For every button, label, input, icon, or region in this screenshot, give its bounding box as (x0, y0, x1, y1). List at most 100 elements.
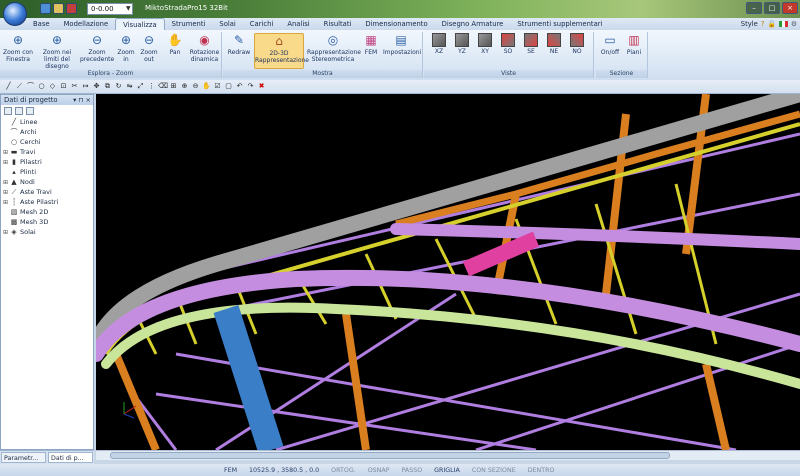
expand-icon[interactable]: ⊞ (3, 199, 10, 206)
tab-modellazione[interactable]: Modellazione (57, 18, 116, 30)
section-onoff-button[interactable]: ▭ On/off (598, 33, 622, 56)
tab-disegno-armature[interactable]: Disegno Armature (435, 18, 511, 30)
style-menu[interactable]: Style (741, 20, 758, 28)
expand-icon[interactable]: ⊞ (3, 159, 10, 166)
check-tool-icon[interactable]: ☑ (213, 82, 222, 91)
erase-tool-icon[interactable]: ⌫ (158, 82, 168, 91)
status-dentro[interactable]: DENTRO (528, 467, 555, 474)
trim-tool-icon[interactable]: ✂ (70, 82, 79, 91)
tab-strumenti-supplementari[interactable]: Strumenti supplementari (510, 18, 609, 30)
scale-tool-icon[interactable]: ⤢ (136, 82, 145, 91)
measure-tool-icon[interactable]: ⊞ (169, 82, 178, 91)
status-ortog[interactable]: ORTOG. (331, 467, 356, 474)
open-icon[interactable] (53, 3, 64, 14)
expand-icon[interactable]: ⊞ (3, 229, 10, 236)
view-yz-button[interactable]: YZ (451, 33, 473, 55)
3d-viewport[interactable] (96, 94, 800, 450)
tree-item-pilastri[interactable]: ⊞ ▮ Pilastri (3, 157, 93, 167)
save-icon[interactable] (40, 3, 51, 14)
tree-item-cerchi[interactable]: ○ Cerchi (3, 137, 93, 147)
move-tool-icon[interactable]: ✥ (92, 82, 101, 91)
zoom-tool-icon[interactable]: ⊕ (180, 82, 189, 91)
status-osnap[interactable]: OSNAP (368, 467, 390, 474)
tree-collapse-icon[interactable] (26, 107, 34, 115)
tab-visualizza[interactable]: Visualizza (115, 18, 165, 30)
zoom-out-tool-icon[interactable]: ⊖ (191, 82, 200, 91)
status-griglia[interactable]: GRIGLIA (434, 467, 460, 474)
cancel-tool-icon[interactable]: ✖ (257, 82, 266, 91)
redraw-button[interactable]: ✎ Redraw (226, 33, 252, 56)
tab-strumenti[interactable]: Strumenti (165, 18, 213, 30)
tree-item-plinti[interactable]: ▴ Plinti (3, 167, 93, 177)
lock-icon[interactable]: 🔒 (767, 20, 775, 28)
array-tool-icon[interactable]: ⋮ (147, 82, 156, 91)
view-ne-button[interactable]: NE (543, 33, 565, 55)
copy-tool-icon[interactable]: ⧉ (103, 82, 112, 91)
zoom-in-button[interactable]: ⊕ Zoom in (115, 33, 137, 63)
tree-item-aste-travi[interactable]: ⊞ ⟋ Aste Travi (3, 187, 93, 197)
fem-button[interactable]: ▦ FEM (361, 33, 381, 56)
zoom-out-button[interactable]: ⊖ Zoom out (138, 33, 160, 63)
line-tool-icon[interactable]: ╱ (4, 82, 13, 91)
extend-tool-icon[interactable]: ↦ (81, 82, 90, 91)
expand-icon[interactable]: ⊞ (3, 189, 10, 196)
mirror-tool-icon[interactable]: ⇋ (125, 82, 134, 91)
tab-dati-progetto[interactable]: Dati di p... (48, 452, 93, 463)
pan-tool-icon[interactable]: ✋ (202, 82, 211, 91)
zoom-previous-button[interactable]: ⊖ Zoom precedente (80, 33, 114, 63)
scroll-thumb[interactable] (110, 452, 670, 459)
tree-item-mesh-3d[interactable]: ▩ Mesh 3D (3, 217, 93, 227)
pan-button[interactable]: ✋ Pan (164, 33, 186, 56)
view-se-button[interactable]: SE (520, 33, 542, 55)
tab-parametri[interactable]: Parametr... (1, 452, 46, 463)
tab-analisi[interactable]: Analisi (280, 18, 316, 30)
snap-tool-icon[interactable]: ◇ (48, 82, 57, 91)
undo-icon[interactable] (66, 3, 77, 14)
view-xy-button[interactable]: XY (474, 33, 496, 55)
rotate-tool-icon[interactable]: ↻ (114, 82, 123, 91)
view-xz-button[interactable]: XZ (428, 33, 450, 55)
horizontal-scrollbar[interactable] (96, 450, 800, 460)
representation-2d3d-button[interactable]: ⌂ 2D-3D Rappresentazione (254, 33, 309, 69)
tab-dimensionamento[interactable]: Dimensionamento (358, 18, 434, 30)
polyline-tool-icon[interactable]: ⟋ (15, 82, 24, 91)
close-button[interactable]: × (782, 2, 798, 14)
stereometric-button[interactable]: ◎ Rappresentazione Stereometrica (307, 33, 361, 63)
circle-tool-icon[interactable]: ○ (37, 82, 46, 91)
tab-risultati[interactable]: Risultati (317, 18, 359, 30)
expand-icon[interactable]: ⊞ (3, 179, 10, 186)
view-so-button[interactable]: SO (497, 33, 519, 55)
tree-item-travi[interactable]: ⊞ ▬ Travi (3, 147, 93, 157)
dynamic-rotation-button[interactable]: ◉ Rotazione dinamica (188, 33, 221, 63)
zoom-window-button[interactable]: ⊕ Zoom con Finestra (2, 33, 34, 63)
tab-base[interactable]: Base (26, 18, 57, 30)
chevron-down-icon[interactable]: ▼ (126, 3, 133, 15)
zoom-extents-button[interactable]: ⊕ Zoom nei limiti del disegno (35, 33, 79, 70)
tree-item-solai[interactable]: ⊞ ◈ Solai (3, 227, 93, 237)
tree-item-nodi[interactable]: ⊞ ▲ Nodi (3, 177, 93, 187)
tab-solai[interactable]: Solai (212, 18, 242, 30)
arc-tool-icon[interactable]: ⌒ (26, 82, 35, 91)
tree-item-archi[interactable]: ⌒ Archi (3, 127, 93, 137)
status-passo[interactable]: PASSO (402, 467, 423, 474)
app-menu-orb[interactable] (3, 2, 27, 26)
tree-item-linee[interactable]: ╱ Linee (3, 117, 93, 127)
select-tool-icon[interactable]: ▢ (224, 82, 233, 91)
tab-carichi[interactable]: Carichi (243, 18, 281, 30)
tree-item-aste-pilastri[interactable]: ⊞ ┆ Aste Pilastri (3, 197, 93, 207)
tree-item-mesh-2d[interactable]: ▧ Mesh 2D (3, 207, 93, 217)
maximize-button[interactable]: □ (764, 2, 780, 14)
tree-filter-icon[interactable] (4, 107, 12, 115)
redo-tool-icon[interactable]: ↷ (246, 82, 255, 91)
panel-controls[interactable]: ▾ ⊓ × (73, 95, 91, 105)
offset-tool-icon[interactable]: ⊡ (59, 82, 68, 91)
minimize-button[interactable]: – (746, 2, 762, 14)
view-no-button[interactable]: NO (566, 33, 588, 55)
settings-icon[interactable]: ⚙ (791, 20, 797, 28)
status-con-sezione[interactable]: CON SEZIONE (472, 467, 516, 474)
undo-tool-icon[interactable]: ↶ (235, 82, 244, 91)
settings-button[interactable]: ▤ Impostazioni (383, 33, 421, 56)
section-planes-button[interactable]: ▥ Piani (623, 33, 645, 56)
flag-icon[interactable] (778, 21, 788, 27)
expand-icon[interactable]: ⊞ (3, 149, 10, 156)
